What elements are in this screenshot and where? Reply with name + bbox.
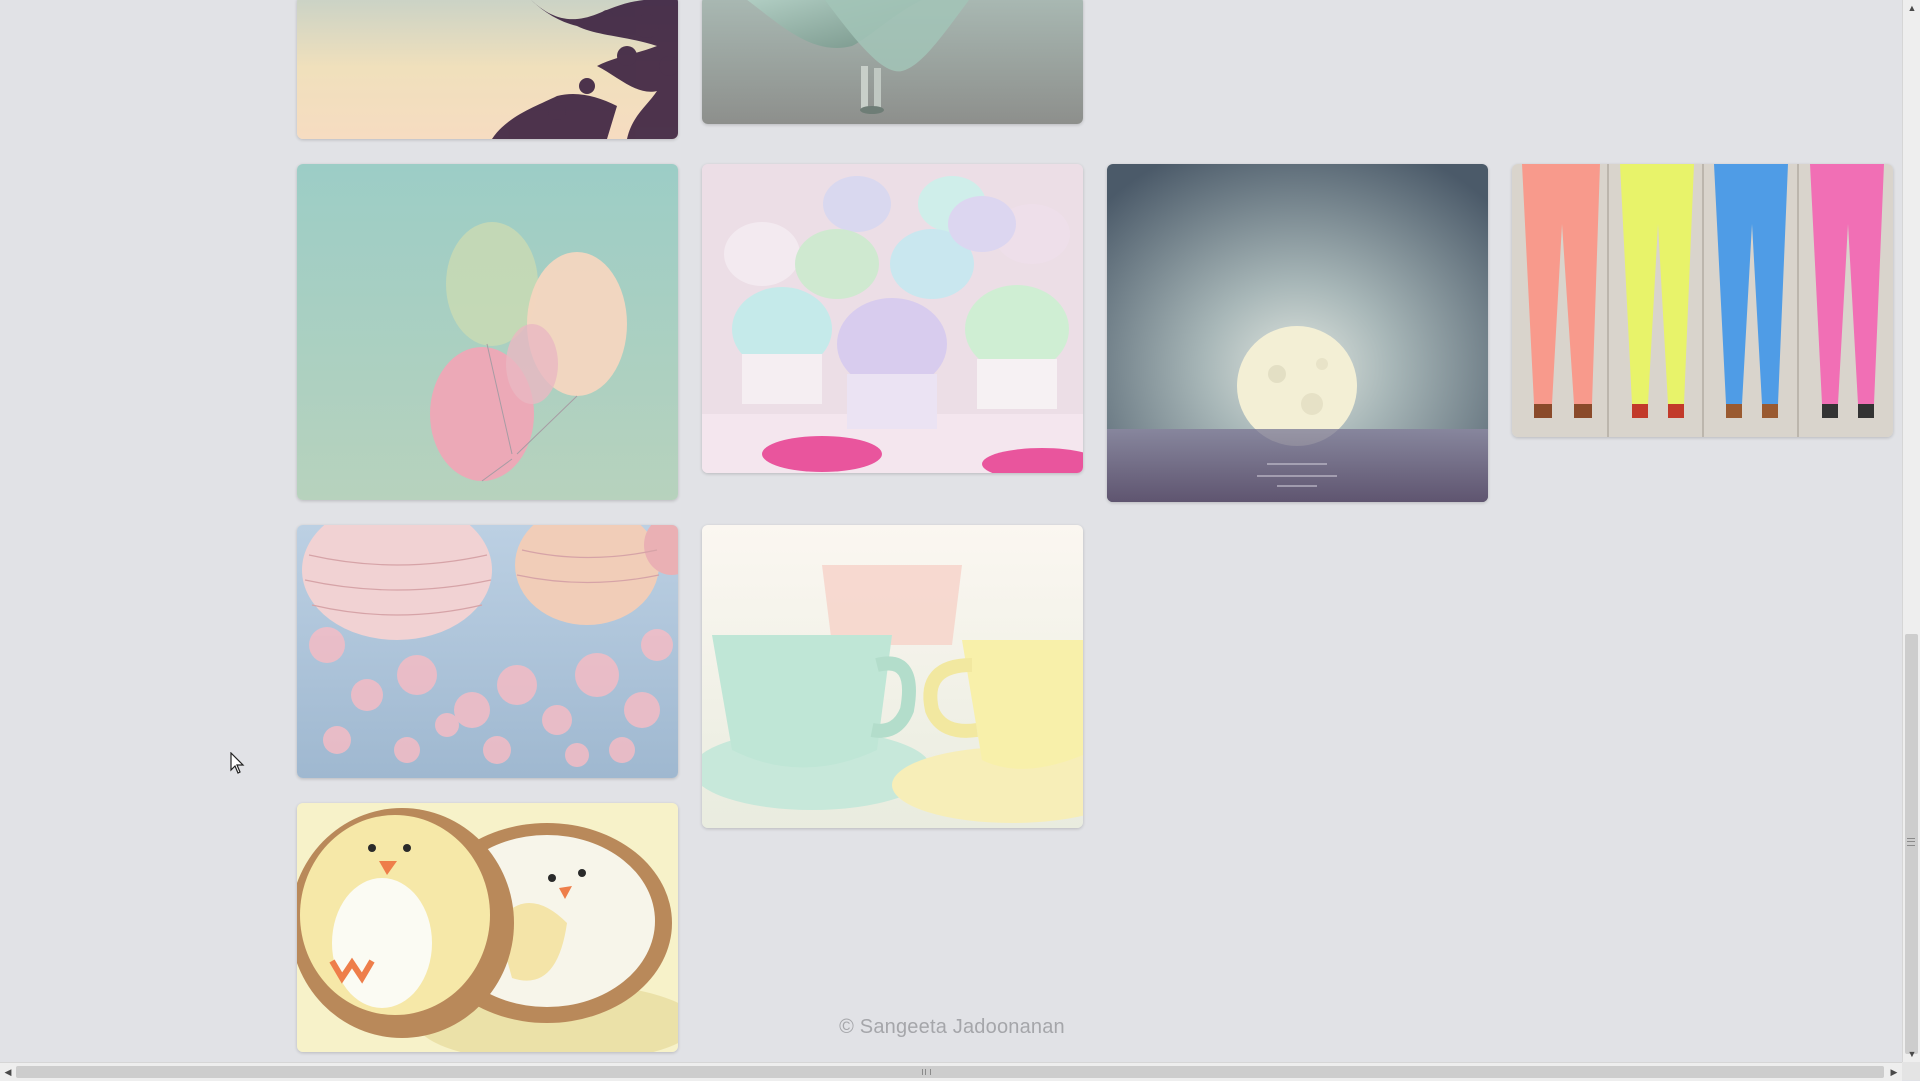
horizontal-scroll-thumb[interactable]	[16, 1066, 1884, 1078]
arrow-right-icon[interactable]: ▶	[1886, 1063, 1902, 1081]
arrow-down-icon[interactable]: ▼	[1903, 1046, 1920, 1062]
moon-over-sea-photo[interactable]	[1107, 164, 1488, 502]
horizontal-grip-icon	[922, 1069, 931, 1075]
vertical-scrollbar[interactable]: ▲ ▼	[1902, 0, 1920, 1062]
paper-lanterns-photo[interactable]	[297, 525, 678, 778]
vertical-grip-icon	[1907, 838, 1915, 846]
scrollbar-corner	[1902, 1062, 1920, 1080]
pastel-balloons-photo[interactable]	[297, 164, 678, 500]
arrow-up-icon[interactable]: ▲	[1903, 0, 1920, 16]
tree-silhouette-sky-photo[interactable]	[297, 0, 678, 139]
horizontal-scrollbar[interactable]: ◀ ▶	[0, 1062, 1902, 1081]
sugar-cupcakes-photo[interactable]	[702, 164, 1083, 473]
mouse-cursor-icon	[230, 752, 245, 774]
pastel-teacups-photo[interactable]	[702, 525, 1083, 828]
copyright-footer: © Sangeeta Jadoonanan	[839, 1016, 1065, 1038]
colored-jeans-photo[interactable]	[1512, 164, 1893, 437]
penguin-cookies-photo[interactable]	[297, 803, 678, 1052]
arrow-left-icon[interactable]: ◀	[0, 1063, 16, 1081]
flowing-mint-dress-photo[interactable]	[702, 0, 1083, 124]
page-viewport: © Sangeeta Jadoonanan	[0, 0, 1902, 1062]
